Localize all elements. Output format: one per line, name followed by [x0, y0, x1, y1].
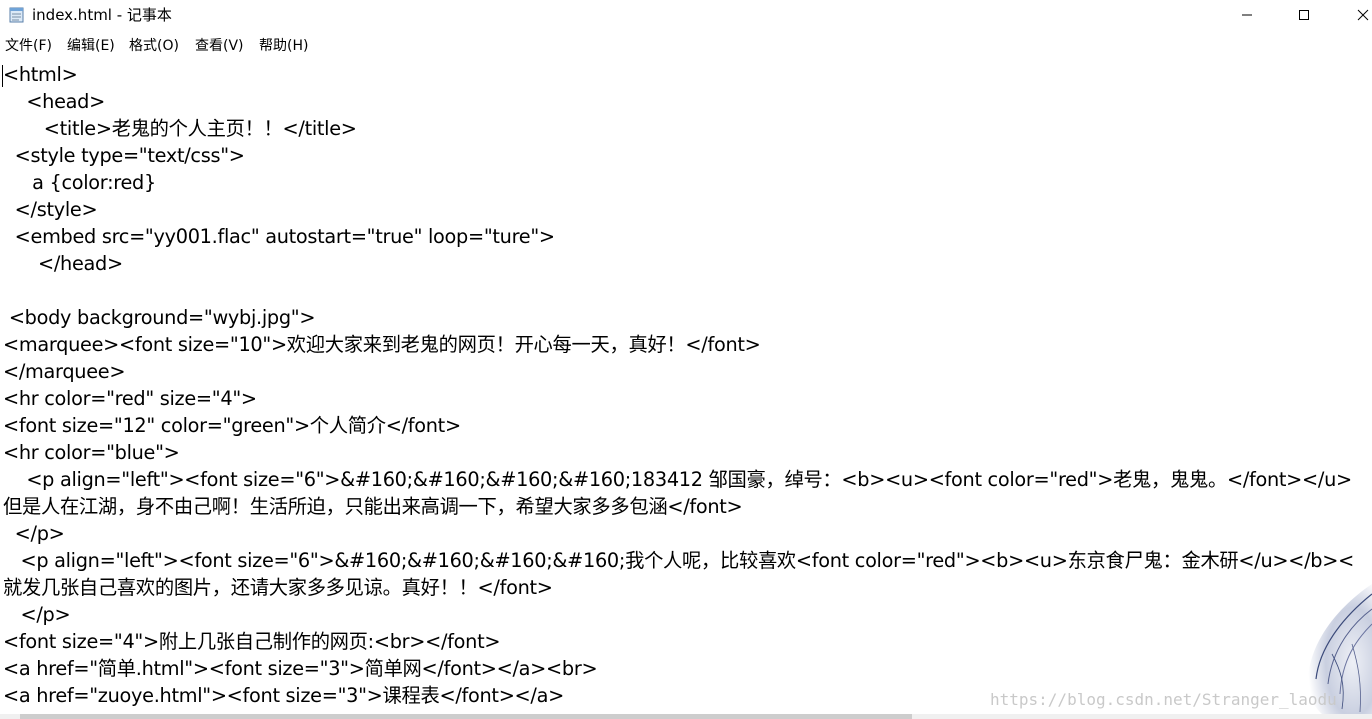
editor-line: <hr color="red" size="4"> — [3, 387, 257, 410]
editor-line: <hr color="blue"> — [3, 441, 180, 464]
horizontal-scrollbar[interactable] — [0, 714, 1372, 719]
watermark-text: https://blog.csdn.net/Stranger_laodu — [990, 690, 1337, 709]
horizontal-scrollbar-thumb[interactable] — [20, 714, 912, 719]
text-editor-area[interactable]: <html> <head> <title>老鬼的个人主页！！</title> <… — [0, 57, 1372, 714]
notepad-icon — [9, 6, 25, 23]
editor-line: 但是人在江湖，身不由己啊！生活所迫，只能出来高调一下，希望大家多多包涵</fon… — [3, 495, 743, 518]
close-icon — [1357, 9, 1369, 21]
editor-line: 就发几张自己喜欢的图片，还请大家多多见谅。真好！！</font> — [3, 576, 553, 599]
editor-line: </head> — [3, 252, 123, 275]
close-button[interactable] — [1340, 0, 1372, 30]
maximize-icon — [1298, 9, 1310, 21]
menu-view[interactable]: 查看(V) — [195, 37, 244, 55]
editor-line: <body background="wybj.jpg"> — [3, 306, 316, 329]
menu-bar: 文件(F) 编辑(E) 格式(O) 查看(V) 帮助(H) — [0, 34, 1372, 56]
maximize-button[interactable] — [1281, 0, 1327, 30]
editor-lines: <html> <head> <title>老鬼的个人主页！！</title> <… — [3, 61, 1372, 709]
menu-edit[interactable]: 编辑(E) — [67, 37, 115, 55]
editor-line: <a href="简单.html"><font size="3">简单网</fo… — [3, 657, 598, 680]
editor-line: <html> — [3, 63, 78, 86]
editor-line: <p align="left"><font size="6">&#160;&#1… — [3, 468, 1352, 491]
editor-line: </style> — [3, 198, 98, 221]
title-bar[interactable]: index.html - 记事本 — [0, 0, 1372, 30]
editor-line: <style type="text/css"> — [3, 144, 245, 167]
minimize-button[interactable] — [1224, 0, 1270, 30]
editor-line: <embed src="yy001.flac" autostart="true"… — [3, 225, 555, 248]
editor-line: <font size="12" color="green">个人简介</font… — [3, 414, 461, 437]
window-title: index.html - 记事本 — [32, 6, 172, 24]
editor-line: <head> — [3, 90, 105, 113]
editor-line: </p> — [3, 522, 65, 545]
editor-line: <title>老鬼的个人主页！！</title> — [3, 117, 357, 140]
editor-line: </p> — [3, 603, 71, 626]
editor-line: <p align="left"><font size="6">&#160;&#1… — [3, 549, 1354, 572]
editor-line: a {color:red} — [3, 171, 156, 194]
editor-line: <font size="4">附上几张自己制作的网页:<br></font> — [3, 630, 501, 653]
menu-file[interactable]: 文件(F) — [5, 37, 52, 55]
editor-line: <marquee><font size="10">欢迎大家来到老鬼的网页！开心每… — [3, 333, 761, 356]
menu-help[interactable]: 帮助(H) — [259, 37, 308, 55]
minimize-icon — [1241, 9, 1253, 21]
editor-line: </marquee> — [3, 360, 126, 383]
menu-format[interactable]: 格式(O) — [129, 37, 179, 55]
